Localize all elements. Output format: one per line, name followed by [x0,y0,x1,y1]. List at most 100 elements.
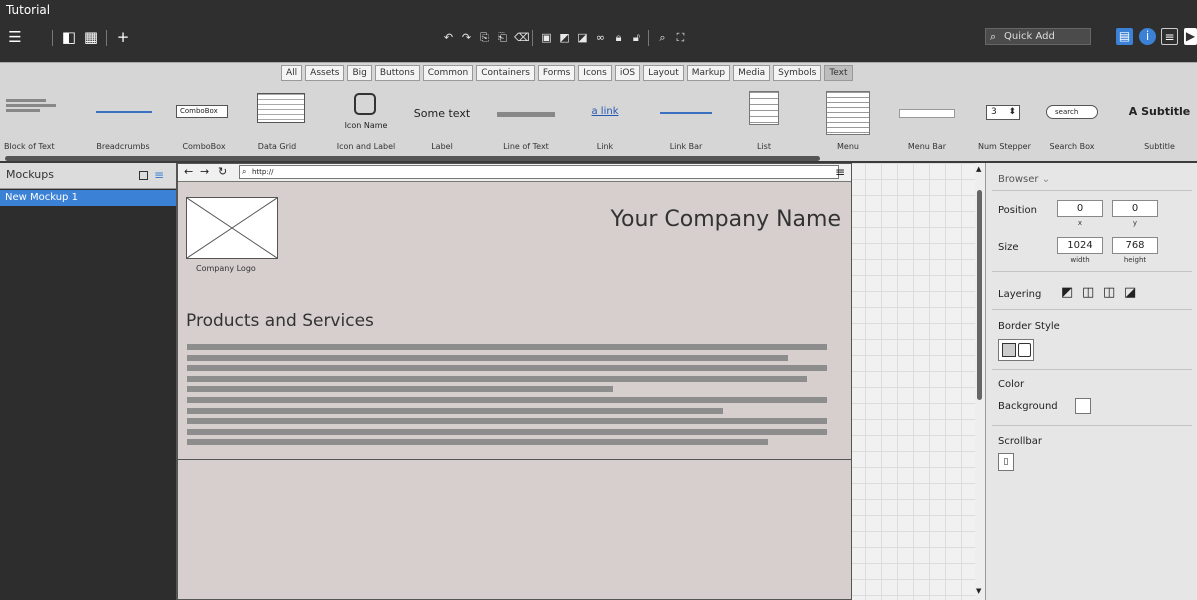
browser-toolbar: ← → ↻ ⌕ http:// ≡ [178,164,851,182]
library-item-link[interactable]: a link Link [580,91,630,151]
filter-tab-buttons[interactable]: Buttons [374,65,420,81]
redo-icon[interactable]: ↷ [460,31,473,44]
control-type-label[interactable]: Browser ⌄ [998,174,1050,185]
library-item-label: Subtitle [1144,142,1175,151]
library-item-menu[interactable]: Menu [812,91,884,151]
scroll-down-icon[interactable]: ▼ [976,587,981,595]
library-item-link-bar[interactable]: Link Bar [648,91,724,151]
library-item-subtitle[interactable]: A Subtitle Subtitle [1122,91,1197,151]
library-item-label-text[interactable]: Some text Label [410,91,474,151]
unlock-icon[interactable]: 🔓︎ [630,31,643,44]
delete-icon[interactable]: ⌫ [514,31,530,44]
text-line [187,365,827,372]
undo-icon[interactable]: ↶ [442,31,455,44]
library-item-label: Link [596,142,614,151]
library-item-line-of-text[interactable]: Line of Text [492,91,560,151]
position-y-field[interactable]: 0 [1112,200,1158,217]
library-item-data-grid[interactable]: Data Grid [247,91,307,151]
menu-icon[interactable]: ☰ [6,28,24,46]
canvas[interactable]: ← → ↻ ⌕ http:// ≡ Company Logo Your Comp… [177,163,985,600]
chevron-down-icon: ⌄ [1041,174,1051,185]
toolbar-separator [532,30,533,46]
panel-toggle-icon[interactable]: ◧ [60,28,78,46]
height-field[interactable]: 768 [1112,237,1158,254]
position-x-field[interactable]: 0 [1057,200,1103,217]
bring-to-front-icon[interactable]: ◩ [1061,285,1073,300]
stepper-arrows-icon: ⬍ [1008,107,1016,117]
text-line [187,428,827,435]
text-line [187,407,724,414]
toolbar-separator [648,30,649,46]
send-to-back-icon[interactable]: ◪ [1124,285,1136,300]
link-icon[interactable]: ∞ [594,31,607,44]
filter-tab-assets[interactable]: Assets [305,65,345,81]
library-item-block-of-text[interactable]: Block of Text [4,91,72,151]
position-label: Position [998,205,1037,216]
zoom-icon[interactable]: ⌕ [656,31,669,44]
info-button[interactable]: i [1139,28,1156,45]
search-box-preview: search [1055,108,1079,116]
url-bar: ⌕ http:// [239,165,839,179]
scroll-up-icon[interactable]: ▲ [976,165,981,173]
scrollbar-thumb[interactable] [977,190,982,400]
library-item-label: Link Bar [669,142,703,151]
back-arrow-icon: ← [184,165,194,178]
thumbnail-view-icon[interactable] [139,171,148,180]
scrollbar-toggle-icon[interactable]: ▯ [998,453,1014,471]
filter-tab-icons[interactable]: Icons [578,65,612,81]
window-title: Tutorial [6,3,51,17]
border-style-label: Border Style [998,321,1060,332]
filter-tab-big[interactable]: Big [347,65,372,81]
width-caption: width [1070,256,1090,264]
group-icon[interactable]: ▣ [540,31,553,44]
link-preview: a link [591,106,619,117]
list-view-icon[interactable]: ≡ [154,168,164,182]
filter-tab-text[interactable]: Text [824,65,853,81]
filter-tab-all[interactable]: All [281,65,303,81]
filter-tab-common[interactable]: Common [422,65,474,81]
forward-arrow-icon: → [200,165,210,178]
company-logo-label: Company Logo [196,264,256,273]
library-item-combobox[interactable]: ComboBox ComboBox [174,91,234,151]
library-scrollbar[interactable] [5,156,820,161]
paste-icon[interactable]: ⎗ [496,31,509,44]
library-item-breadcrumbs[interactable]: Breadcrumbs [84,91,162,151]
library-item-search-box[interactable]: search Search Box [1040,91,1104,151]
canvas-vertical-scrollbar[interactable]: ▲ ▼ [975,163,985,600]
mockups-title: Mockups [6,168,54,181]
full-screen-icon[interactable]: ⛶ [674,31,687,44]
text-line [187,418,827,425]
combobox-preview: ComboBox [180,107,218,115]
filter-tab-media[interactable]: Media [733,65,771,81]
grid-view-icon[interactable]: ▦ [82,28,100,46]
send-backward-icon[interactable]: ◫ [1103,285,1115,300]
filter-tab-markup[interactable]: Markup [686,65,731,81]
label-preview: Some text [413,107,471,120]
filter-tab-forms[interactable]: Forms [537,65,576,81]
icon-and-label-preview: Icon Name [344,121,388,130]
bring-forward-icon[interactable]: ◫ [1082,285,1094,300]
bring-forward-icon[interactable]: ◩ [558,31,571,44]
border-style-picker[interactable] [998,339,1034,361]
add-icon[interactable]: + [114,28,132,46]
filter-tab-ios[interactable]: iOS [614,65,641,81]
browser-window-mockup[interactable]: ← → ↻ ⌕ http:// ≡ Company Logo Your Comp… [177,163,852,600]
library-item-menu-bar[interactable]: Menu Bar [893,91,961,151]
library-item-label: Icon and Label [336,142,396,151]
lock-icon[interactable]: 🔒︎ [612,31,625,44]
ui-library-button[interactable]: ▤ [1116,28,1133,45]
filter-tab-layout[interactable]: Layout [643,65,684,81]
library-item-num-stepper[interactable]: 3 ⬍ Num Stepper [978,91,1031,151]
send-backward-icon[interactable]: ◪ [576,31,589,44]
width-field[interactable]: 1024 [1057,237,1103,254]
copy-icon[interactable]: ⎘ [478,31,491,44]
quick-add-input[interactable]: ⌕ Quick Add [985,28,1091,45]
mockup-list-item[interactable]: New Mockup 1 [0,190,176,206]
filter-tab-symbols[interactable]: Symbols [773,65,822,81]
notes-button[interactable]: ≡ [1161,28,1178,45]
present-button[interactable]: ▶ [1184,28,1197,45]
library-item-list[interactable]: List [740,91,788,151]
filter-tab-containers[interactable]: Containers [476,65,535,81]
library-item-icon-and-label[interactable]: Icon Name Icon and Label [330,91,402,151]
background-color-swatch[interactable] [1075,398,1091,414]
